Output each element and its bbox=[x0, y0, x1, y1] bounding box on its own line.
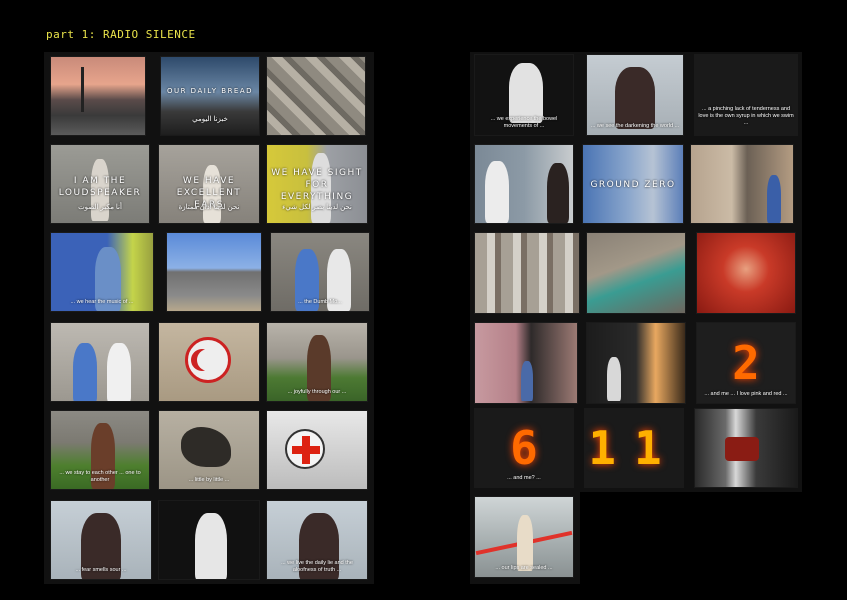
frame-red-cross-vehicle[interactable] bbox=[266, 410, 368, 490]
frame-mickey-ears-boys[interactable]: ... the Dumb Mo... bbox=[270, 232, 370, 312]
frame-excellent-ears[interactable]: WE HAVE EXCELLENT EARS نحن لدينا آذان مم… bbox=[158, 144, 260, 224]
man-figure bbox=[195, 513, 227, 579]
child-figure bbox=[607, 357, 621, 401]
frame-title: I AM THE LOUDSPEAKER bbox=[58, 176, 142, 199]
frame-subtitle: ... little by little ... bbox=[188, 476, 230, 483]
crescent-mark bbox=[197, 349, 219, 371]
right-panel: ... we experience the bowel movements of… bbox=[470, 52, 802, 492]
child-figure bbox=[521, 361, 533, 401]
boy-figure bbox=[73, 343, 97, 401]
frame-title: GROUND ZERO bbox=[590, 180, 676, 190]
frame-pink-doorway[interactable] bbox=[474, 322, 578, 404]
palm-tree-icon bbox=[81, 67, 84, 112]
boy-figure bbox=[107, 343, 131, 401]
frame-girl-darkening[interactable]: ... we see the darkening the world ... bbox=[586, 54, 684, 136]
frame-subtitle: ... the Dumb Mo... bbox=[298, 298, 342, 305]
child-figure bbox=[767, 175, 781, 223]
frame-title: WE HAVE SIGHT FOR EVERYTHING bbox=[271, 168, 363, 203]
frame-red-crescent[interactable] bbox=[158, 322, 260, 402]
counter-digit: 11 bbox=[588, 421, 680, 475]
frame-arabic: نحن لدينا بصر لكل شيء bbox=[282, 204, 352, 211]
frame-digit-six[interactable]: 6 ... and me? ... bbox=[474, 408, 574, 488]
frame-subtitle: ... we experience the bowel movements of… bbox=[490, 115, 558, 129]
frame-subtitle: ... and me? ... bbox=[507, 474, 541, 481]
frame-subtitle: ... fear smells sour ... bbox=[75, 566, 127, 573]
frame-alley[interactable] bbox=[690, 144, 794, 224]
frame-subtitle: ... joyfully through our ... bbox=[287, 388, 347, 395]
frame-laundry-aerial[interactable] bbox=[474, 232, 580, 314]
girl-figure bbox=[547, 163, 569, 223]
frame-lips-sealed[interactable]: ... our lips are sealed ... bbox=[474, 496, 574, 578]
frame-subtitle: ... and me ... I love pink and red ... bbox=[704, 390, 788, 397]
frame-sight-for-everything[interactable]: WE HAVE SIGHT FOR EVERYTHING نحن لدينا ب… bbox=[266, 144, 368, 224]
frame-girl-fear[interactable]: ... fear smells sour ... bbox=[50, 500, 152, 580]
frame-rooftop-aerial[interactable] bbox=[586, 232, 686, 314]
frame-digit-eleven[interactable]: 11 bbox=[584, 408, 684, 488]
frame-subtitle: ... we hear the music of ... bbox=[70, 298, 134, 305]
frame-digit-two[interactable]: 2 ... and me ... I love pink and red ... bbox=[696, 322, 796, 404]
man-figure bbox=[509, 63, 543, 123]
right-panel-footer: ... our lips are sealed ... bbox=[470, 492, 580, 584]
page-heading: part 1: RADIO SILENCE bbox=[46, 28, 196, 41]
frame-girl-daily-lie[interactable]: ... we live the daily lie and the aloofn… bbox=[266, 500, 368, 580]
frame-our-daily-bread[interactable]: OUR DAILY BREAD خبزنا اليومي bbox=[160, 56, 260, 136]
frame-subtitle: ... we live the daily lie and the aloofn… bbox=[281, 559, 353, 573]
frame-ground-zero[interactable]: GROUND ZERO bbox=[582, 144, 684, 224]
frame-arabic: خبزنا اليومي bbox=[192, 116, 228, 123]
red-cross-icon bbox=[285, 429, 325, 469]
frame-subtitle: ... we see the darkening the world ... bbox=[590, 122, 680, 129]
frame-man-bowel[interactable]: ... we experience the bowel movements of… bbox=[474, 54, 574, 136]
frame-man-girl-wall[interactable] bbox=[474, 144, 574, 224]
frame-boy-blue-wall[interactable]: ... we hear the music of ... bbox=[50, 232, 154, 312]
girl-figure bbox=[517, 515, 533, 571]
frame-concrete-wall[interactable] bbox=[166, 232, 262, 312]
frame-car-night[interactable] bbox=[694, 408, 798, 488]
frame-arabic: نحن لدينا آذان ممتازة bbox=[178, 204, 240, 211]
car-shape bbox=[725, 437, 759, 461]
frame-loudspeaker[interactable]: I AM THE LOUDSPEAKER أنا مكبر الصوت bbox=[50, 144, 150, 224]
frame-red-carpet[interactable] bbox=[696, 232, 796, 314]
frame-shadow-ground[interactable]: ... little by little ... bbox=[158, 410, 260, 490]
frame-subtitle: ... our lips are sealed ... bbox=[495, 564, 553, 571]
frame-tenderness-text[interactable]: ... a pinching lack of tenderness and lo… bbox=[694, 54, 798, 136]
man-figure bbox=[485, 161, 509, 223]
frame-street-sunset[interactable] bbox=[50, 56, 146, 136]
frame-man-dark[interactable] bbox=[158, 500, 260, 580]
left-panel: OUR DAILY BREAD خبزنا اليومي I AM THE LO… bbox=[44, 52, 374, 584]
frame-girl-garden[interactable]: ... we stay to each other ... one to ano… bbox=[50, 410, 150, 490]
frame-subtitle: ... we stay to each other ... one to ano… bbox=[59, 469, 141, 483]
frame-girl-hijab-field[interactable]: ... joyfully through our ... bbox=[266, 322, 368, 402]
girl-figure bbox=[615, 67, 655, 129]
frame-title: OUR DAILY BREAD bbox=[166, 87, 254, 95]
frame-subtitle: ... a pinching lack of tenderness and lo… bbox=[698, 105, 794, 126]
frame-arabic: أنا مكبر الصوت bbox=[78, 204, 122, 211]
frame-boys-outdoors[interactable] bbox=[50, 322, 150, 402]
frame-dark-room[interactable] bbox=[586, 322, 686, 404]
frame-aerial-rooftops[interactable] bbox=[266, 56, 366, 136]
